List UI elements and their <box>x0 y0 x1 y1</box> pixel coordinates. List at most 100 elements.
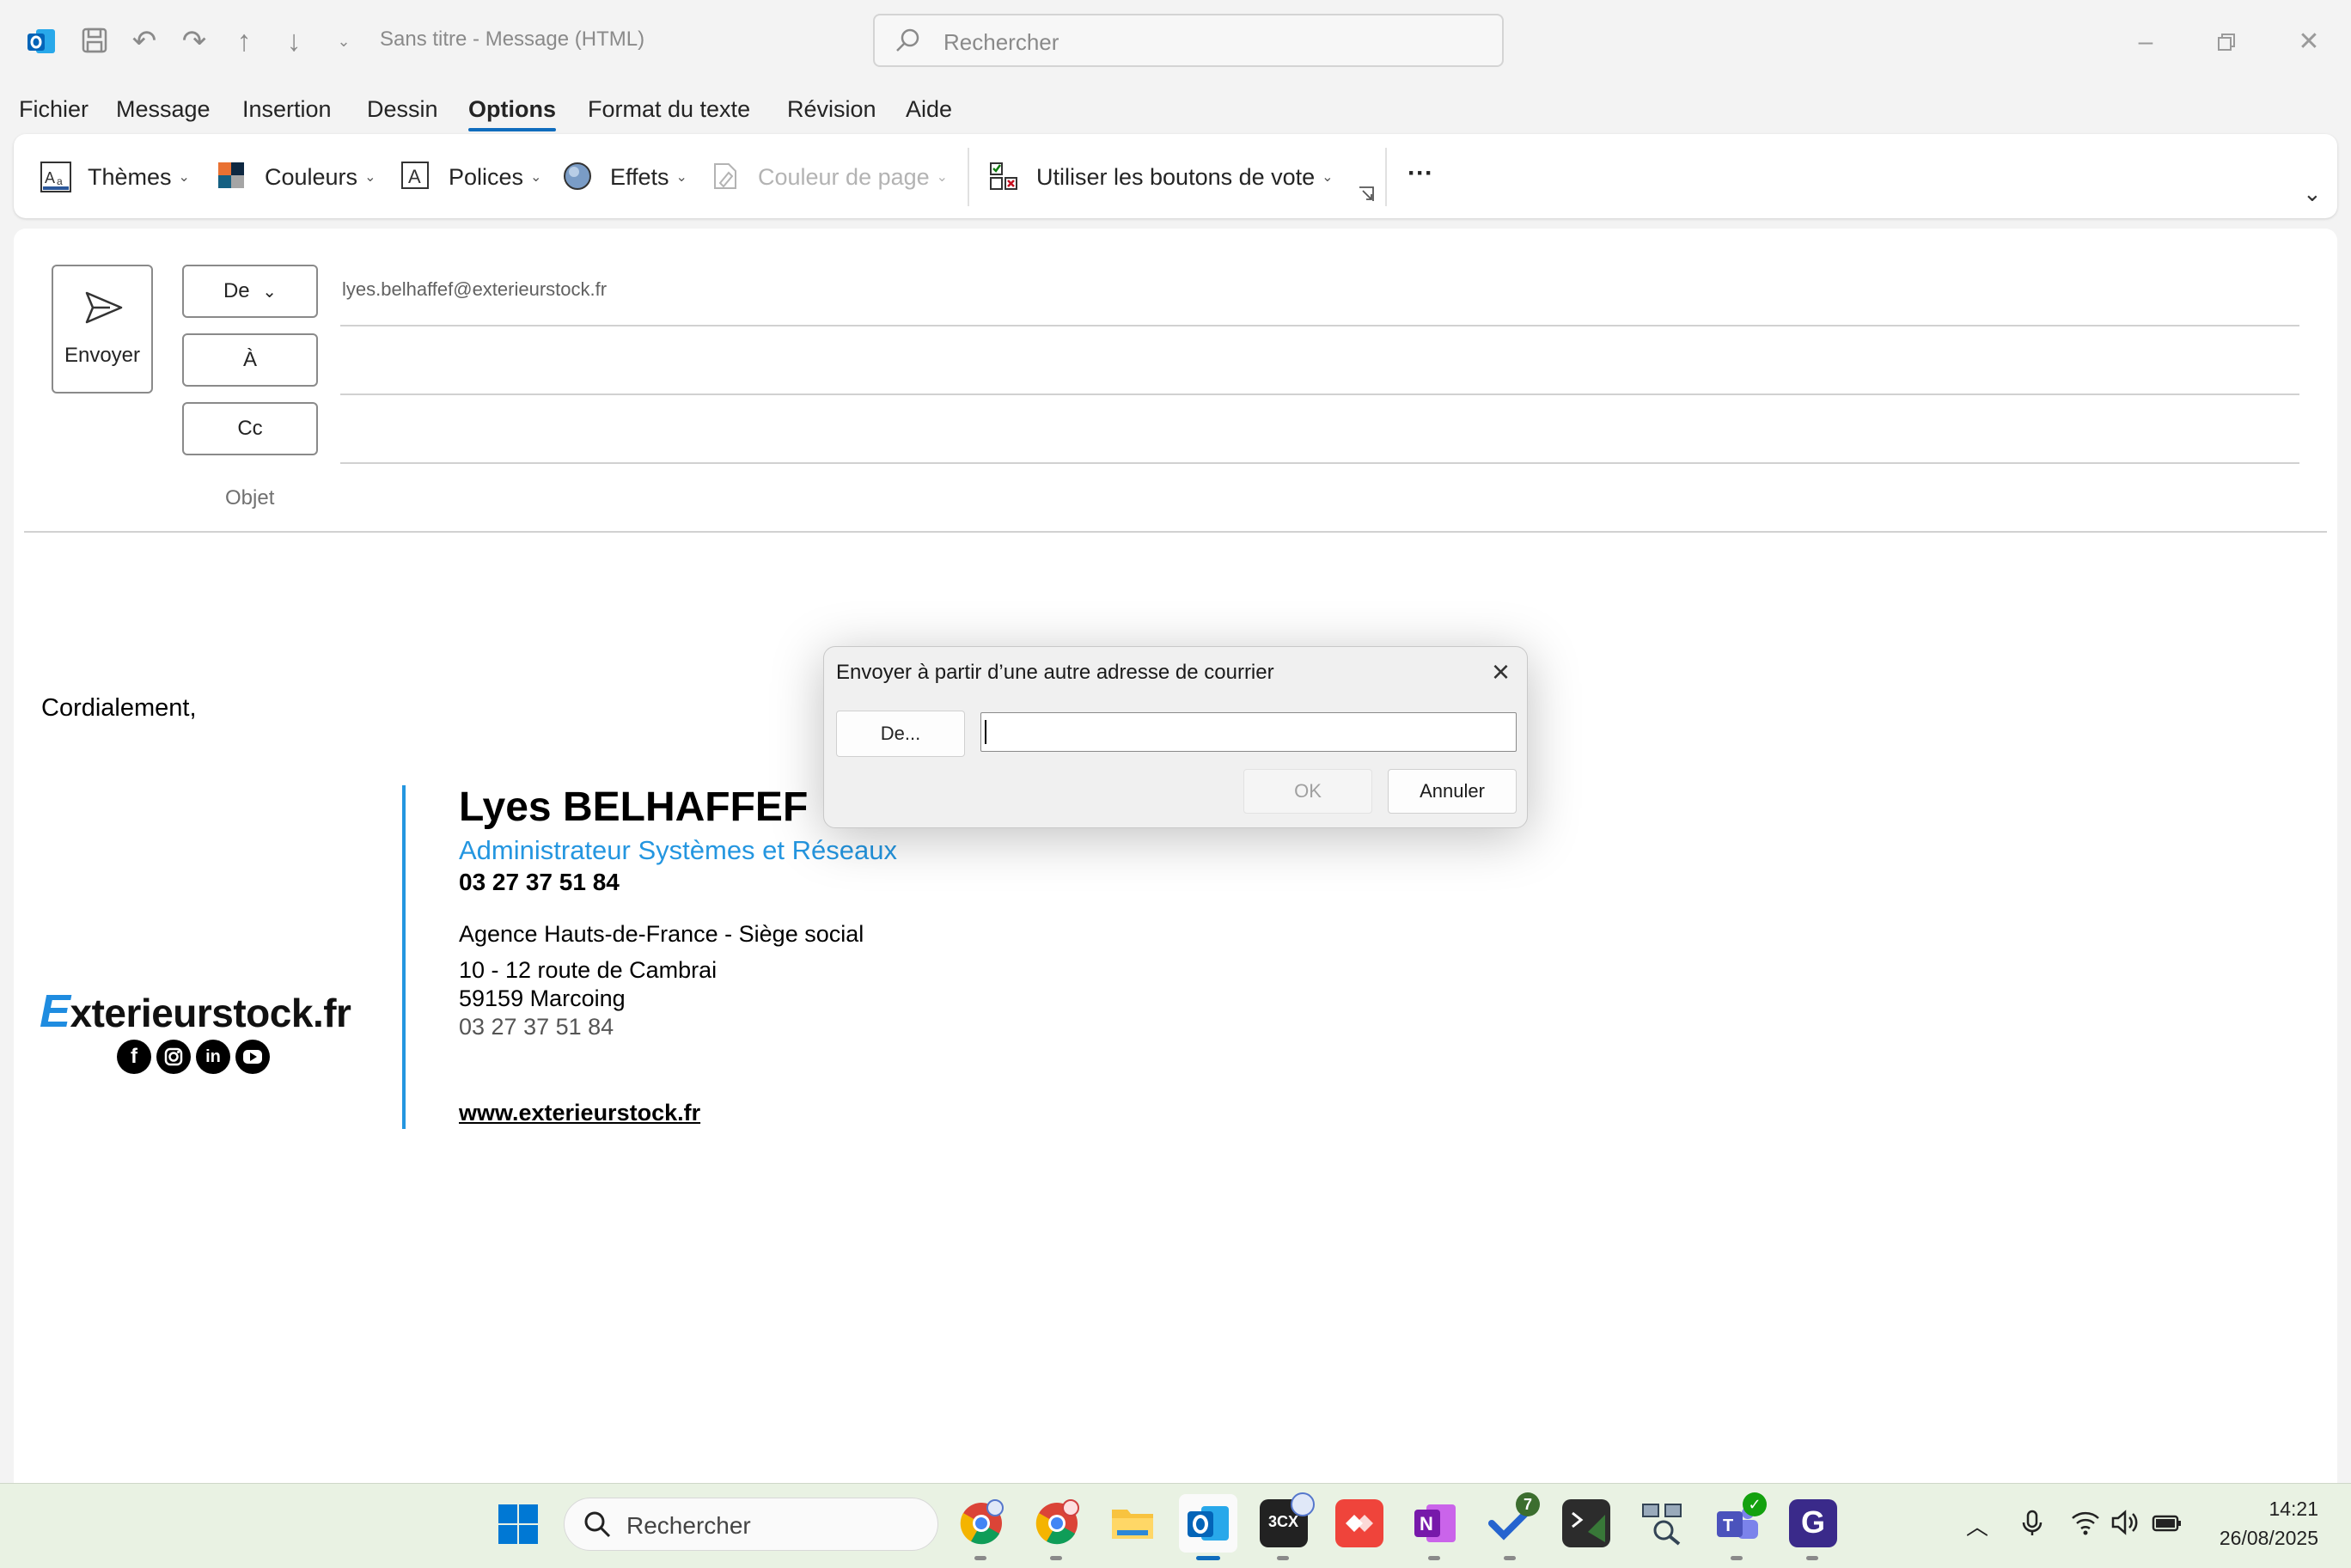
svg-text:A: A <box>45 169 55 186</box>
signature-name: Lyes BELHAFFEF <box>459 784 809 830</box>
menu-message[interactable]: Message <box>116 96 211 123</box>
onenote-icon[interactable]: N <box>1411 1499 1459 1547</box>
taskbar-search[interactable]: Rechercher <box>564 1498 938 1551</box>
fonts-button[interactable]: A Polices ⌄ <box>400 160 541 194</box>
themes-label: Thèmes <box>88 163 172 190</box>
outlook-taskbar-icon[interactable] <box>1179 1494 1237 1553</box>
chevron-down-icon: ⌄ <box>1322 170 1334 185</box>
menu-dessin[interactable]: Dessin <box>367 96 438 123</box>
from-divider <box>340 325 2299 326</box>
text-cursor <box>985 720 986 744</box>
to-divider <box>340 394 2299 395</box>
more-icon: ··· <box>1408 159 1433 187</box>
volume-icon[interactable] <box>2110 1510 2140 1542</box>
search-placeholder: Rechercher <box>943 29 1059 55</box>
menu-options[interactable]: Options <box>468 96 556 131</box>
todo-icon[interactable]: 7 <box>1487 1492 1540 1547</box>
close-window-button[interactable]: ✕ <box>2287 21 2330 64</box>
chevron-down-icon: ⌄ <box>530 170 542 185</box>
signature-website-link[interactable]: www.exterieurstock.fr <box>459 1100 700 1126</box>
ribbon-separator <box>1385 148 1387 206</box>
taskbar: Rechercher 3CX N 7 T ✓ G ︿ 14:21 26/08/2… <box>0 1483 2351 1568</box>
menu-fichier[interactable]: Fichier <box>19 96 89 123</box>
show-hidden-icons[interactable]: ︿ <box>1966 1510 1988 1541</box>
minimize-button[interactable]: – <box>2124 21 2167 64</box>
company-logo: Exterieurstock.fr <box>40 985 351 1037</box>
colors-button[interactable]: Couleurs ⌄ <box>217 160 376 194</box>
terminal-icon[interactable] <box>1562 1499 1610 1547</box>
youtube-icon[interactable] <box>235 1040 270 1074</box>
page-color-label: Couleur de page <box>758 163 930 190</box>
send-button[interactable]: Envoyer <box>52 265 153 394</box>
social-links: f in <box>117 1040 270 1074</box>
dialog-from-button[interactable]: De... <box>836 711 965 757</box>
menu-revision[interactable]: Révision <box>787 96 876 123</box>
chrome-icon[interactable] <box>957 1499 1005 1547</box>
subject-field[interactable] <box>340 473 2299 528</box>
dialog-cancel-button[interactable]: Annuler <box>1388 769 1517 814</box>
microphone-icon[interactable] <box>2021 1510 2043 1544</box>
colors-label: Couleurs <box>265 163 358 190</box>
svg-text:A: A <box>408 166 421 187</box>
next-item-icon[interactable]: ↓ <box>278 26 309 57</box>
cc-field[interactable] <box>340 402 2299 461</box>
to-field[interactable] <box>340 333 2299 392</box>
facebook-icon[interactable]: f <box>117 1040 151 1074</box>
menu-aide[interactable]: Aide <box>906 96 952 123</box>
chevron-down-icon: ⌄ <box>675 170 687 185</box>
voting-buttons-button[interactable]: Utiliser les boutons de vote ⌄ <box>988 160 1334 194</box>
linkedin-icon[interactable]: in <box>196 1040 230 1074</box>
chevron-down-icon: ⌄ <box>262 283 278 302</box>
send-icon <box>84 290 124 329</box>
dialog-address-input[interactable] <box>980 712 1517 752</box>
svg-text:N: N <box>1420 1513 1433 1534</box>
chevron-down-icon: ⌄ <box>364 170 376 185</box>
taskbar-search-placeholder: Rechercher <box>626 1512 751 1539</box>
menu-insertion[interactable]: Insertion <box>242 96 332 123</box>
ribbon-separator <box>968 148 969 206</box>
active-indicator <box>1196 1556 1220 1560</box>
windows-start-icon[interactable] <box>497 1503 540 1550</box>
wifi-icon[interactable] <box>2071 1510 2100 1542</box>
cc-divider <box>340 462 2299 464</box>
dialog-launcher-icon[interactable] <box>1358 186 1375 207</box>
todo-badge: 7 <box>1516 1492 1540 1516</box>
3cx-icon[interactable]: 3CX <box>1260 1492 1315 1547</box>
redo-icon[interactable]: ↷ <box>179 26 210 57</box>
from-button[interactable]: De ⌄ <box>182 265 318 318</box>
subject-label: Objet <box>225 486 275 509</box>
customize-toolbar-icon[interactable]: ⌄ <box>328 26 359 57</box>
chrome-profile-icon[interactable] <box>1033 1499 1081 1547</box>
search-box[interactable]: Rechercher <box>873 14 1504 67</box>
to-button[interactable]: À <box>182 333 318 387</box>
effects-label: Effets <box>610 163 669 190</box>
anydesk-icon[interactable] <box>1335 1499 1383 1547</box>
send-label: Envoyer <box>64 344 141 367</box>
fonts-icon: A <box>400 161 433 193</box>
from-button-label: De <box>223 279 250 302</box>
signature-role: Administrateur Systèmes et Réseaux <box>459 835 897 865</box>
running-indicator <box>1504 1556 1516 1560</box>
restore-button[interactable] <box>2205 21 2248 64</box>
undo-icon[interactable]: ↶ <box>129 26 160 57</box>
more-options-button[interactable]: ··· <box>1408 156 1433 191</box>
ribbon-collapse-icon[interactable]: ⌄ <box>2303 180 2322 207</box>
dialog-close-icon[interactable]: × <box>1492 654 1510 690</box>
effects-button[interactable]: Effets ⌄ <box>562 160 687 194</box>
network-tool-icon[interactable] <box>1638 1499 1686 1547</box>
menu-bar: Fichier Message Insertion Dessin Options… <box>0 86 2351 134</box>
teams-icon[interactable]: T ✓ <box>1713 1492 1767 1547</box>
chevron-down-icon: ⌄ <box>936 170 949 185</box>
glpi-icon[interactable]: G <box>1789 1499 1837 1547</box>
from-address: lyes.belhaffef@exterieurstock.fr <box>342 278 608 300</box>
battery-icon[interactable] <box>2152 1510 2183 1542</box>
previous-item-icon[interactable]: ↑ <box>229 26 260 57</box>
themes-button[interactable]: Aa Thèmes ⌄ <box>40 160 190 194</box>
clock-time[interactable]: 14:21 <box>2269 1498 2318 1521</box>
menu-format-du-texte[interactable]: Format du texte <box>588 96 750 123</box>
cc-button[interactable]: Cc <box>182 402 318 455</box>
clock-date[interactable]: 26/08/2025 <box>2220 1527 2318 1550</box>
instagram-icon[interactable] <box>156 1040 191 1074</box>
file-explorer-icon[interactable] <box>1108 1499 1157 1547</box>
save-icon[interactable] <box>79 26 110 57</box>
